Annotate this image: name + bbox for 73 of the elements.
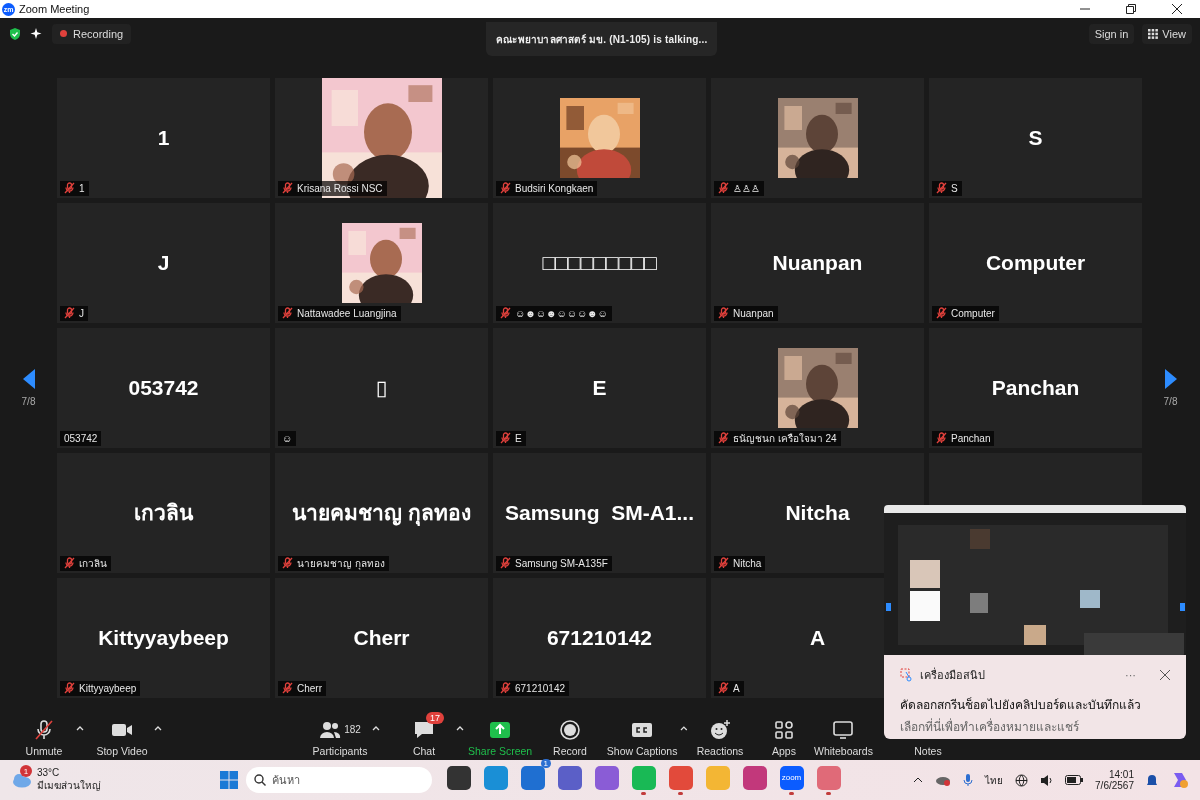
clock-time[interactable]: 14:01 — [1108, 769, 1134, 780]
participant-label: Cherr — [278, 680, 326, 696]
participant-label: 671210142 — [496, 680, 570, 696]
participant-label: Samsung SM-A135F — [496, 555, 612, 571]
notification-card[interactable]: เครื่องมือสนิป ··· คัดลอกสกรีนช็อตไปยังคลิปบอร์ดและบันทึกแล้ว เลือกที่นี่เพื่อทำเครื่องหมายและแชร์ — [884, 655, 1186, 739]
page-indicator: 7/8 — [1163, 396, 1178, 408]
unread-badge: 17 — [426, 711, 444, 724]
notification-app-name: เครื่องมือสนิป — [920, 666, 985, 683]
toolbar-button[interactable]: Record — [538, 710, 602, 757]
clock-date[interactable]: 7/6/2567 — [1095, 780, 1134, 791]
participant-label: Krisana Rossi NSC — [278, 180, 387, 196]
toolbar-button[interactable]: Share Screen — [464, 710, 537, 757]
participant-name: S — [1028, 125, 1043, 150]
recording-indicator[interactable]: Recording — [52, 23, 132, 44]
participant-label: ธนัญชนก เครือใจมา 24 — [714, 430, 841, 446]
participant-label: S — [932, 180, 962, 196]
participant-label: E — [496, 430, 526, 446]
participant-name: A — [809, 625, 826, 650]
participant-label: Nuanpan — [714, 305, 778, 321]
participant-name: ▯ — [375, 375, 388, 400]
notification-badge: 1 — [540, 758, 551, 768]
participant-name: Nitcha — [785, 500, 850, 525]
participant-name: Panchan — [991, 375, 1080, 400]
notification-badge: 1 — [20, 765, 32, 777]
more-button[interactable]: ··· — [1125, 669, 1136, 681]
participant-name: J — [157, 250, 170, 275]
participant-label: ♙♙♙ — [714, 180, 764, 196]
participant-label: ☺☻☺☻☺☺☺☻☺ — [496, 305, 612, 321]
participant-label: Budsiri Kongkaen — [496, 180, 598, 196]
toolbar-button[interactable]: 182 Participants — [308, 710, 372, 757]
participant-name: เกวลิน — [134, 500, 193, 527]
participant-name: 671210142 — [546, 625, 653, 650]
view-button[interactable]: View — [1142, 23, 1192, 44]
input-language[interactable]: ไทย — [985, 772, 1004, 788]
taskbar-app-icon[interactable]: zoom — [779, 765, 804, 790]
participant-label: ☺ — [278, 430, 297, 446]
participant-name: □□□□□□□□□ — [542, 250, 657, 275]
participant-name: 1 — [157, 125, 170, 150]
participant-label: Panchan — [932, 430, 995, 446]
participant-name: Computer — [985, 250, 1086, 275]
participant-name: นายคมชาญ กุลทอง — [292, 500, 471, 528]
toolbar-button[interactable]: Whiteboards — [810, 710, 877, 757]
weather-description: มีเมฆส่วนใหญ่ — [37, 779, 101, 793]
participant-count: 182 — [344, 724, 361, 736]
participant-label: Computer — [932, 305, 999, 321]
toolbar-button[interactable]: 17 Chat — [392, 710, 456, 757]
participant-label: Nitcha — [714, 555, 766, 571]
sign-in-button[interactable]: Sign in — [1088, 23, 1135, 44]
participant-label: 1 — [60, 180, 89, 196]
toolbar-button[interactable]: Stop Video — [90, 710, 154, 757]
notification-body: เลือกที่นี่เพื่อทำเครื่องหมายและแชร์ — [900, 717, 1080, 736]
toolbar-button[interactable]: Unmute — [12, 710, 76, 757]
participant-name: 053742 — [128, 375, 199, 400]
search-field[interactable]: ค้นหา — [246, 767, 432, 793]
active-speaker-banner: คณะพยาบาลศาสตร์ มข. (N1-105) is talking... — [486, 22, 718, 56]
participant-label: Kittyyaybeep — [60, 680, 141, 696]
participant-name: Samsung SM-A1... — [505, 500, 694, 525]
participant-label: J — [60, 305, 88, 321]
window-title: Zoom Meeting — [19, 3, 91, 15]
page-indicator: 7/8 — [21, 396, 36, 408]
temperature: 33°C — [37, 767, 61, 778]
participant-name: Cherr — [353, 625, 410, 650]
notification-title: คัดลอกสกรีนช็อตไปยังคลิปบอร์ดและบันทึกแล้ว — [900, 696, 1142, 714]
participant-name: Nuanpan — [772, 250, 863, 275]
toolbar-button[interactable]: Show Captions — [604, 710, 681, 757]
toolbar-button[interactable]: Reactions — [688, 710, 752, 757]
participant-name: Kittyyaybeep — [98, 625, 229, 650]
participant-name: E — [592, 375, 607, 400]
participant-label: เกวลิน — [60, 555, 111, 571]
participant-label: Nattawadee Luangjina — [278, 305, 401, 321]
participant-label: นายคมชาญ กุลทอง — [278, 555, 389, 571]
participant-label: 053742 — [60, 430, 102, 446]
participant-label: A — [714, 680, 744, 696]
